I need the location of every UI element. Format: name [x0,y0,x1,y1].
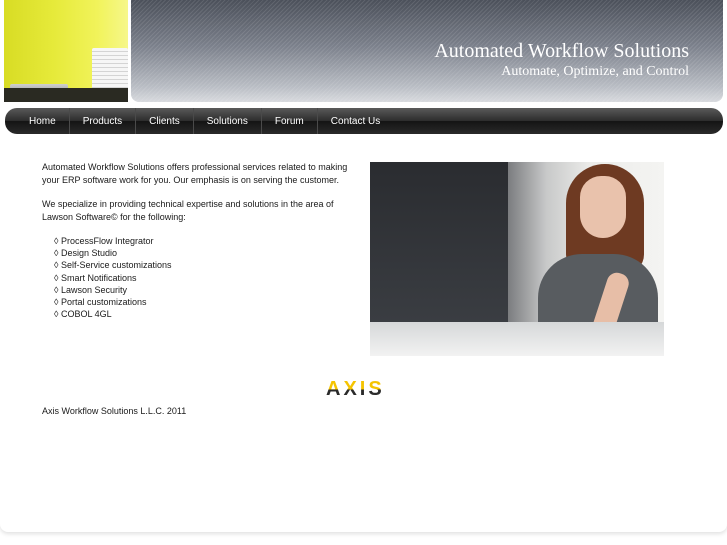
nav-item-products[interactable]: Products [70,108,137,134]
service-item: ◊ Portal customizations [54,297,147,308]
service-item: ◊ Design Studio [54,248,117,259]
intro-section: Automated Workflow Solutions offers prof… [42,161,352,235]
woman-with-laptop-photo [370,162,664,356]
service-item: ◊ Lawson Security [54,284,127,295]
service-item: ◊ COBOL 4GL [54,309,112,320]
services-list: ◊ ProcessFlow Integrator ◊ Design Studio… [54,235,172,320]
service-item: ◊ Smart Notifications [54,272,137,283]
service-item: ◊ Self-Service customizations [54,260,172,271]
nav-item-contact-us[interactable]: Contact Us [318,108,393,134]
person-face-graphic [580,176,626,238]
laptop-screen-graphic [370,162,508,322]
nav-item-forum[interactable]: Forum [262,108,318,134]
footer-copyright: Axis Workflow Solutions L.L.C. 2011 [42,406,187,416]
nav-item-solutions[interactable]: Solutions [194,108,262,134]
header-banner: Automated Workflow Solutions Automate, O… [131,0,723,102]
specialize-paragraph: We specialize in providing technical exp… [42,199,334,222]
site-title: Automated Workflow Solutions [434,40,689,62]
nav-item-home[interactable]: Home [5,108,70,134]
desk-graphic [4,88,128,102]
nav-item-clients[interactable]: Clients [136,108,194,134]
intro-paragraph: Automated Workflow Solutions offers prof… [42,162,348,185]
header-photo-office-desk [4,0,128,102]
site-tagline: Automate, Optimize, and Control [501,64,689,79]
laptop-base-graphic [370,322,664,356]
main-nav: Home Products Clients Solutions Forum Co… [5,108,723,134]
service-item: ◊ ProcessFlow Integrator [54,236,154,246]
axis-logo: AXIS [326,378,385,400]
